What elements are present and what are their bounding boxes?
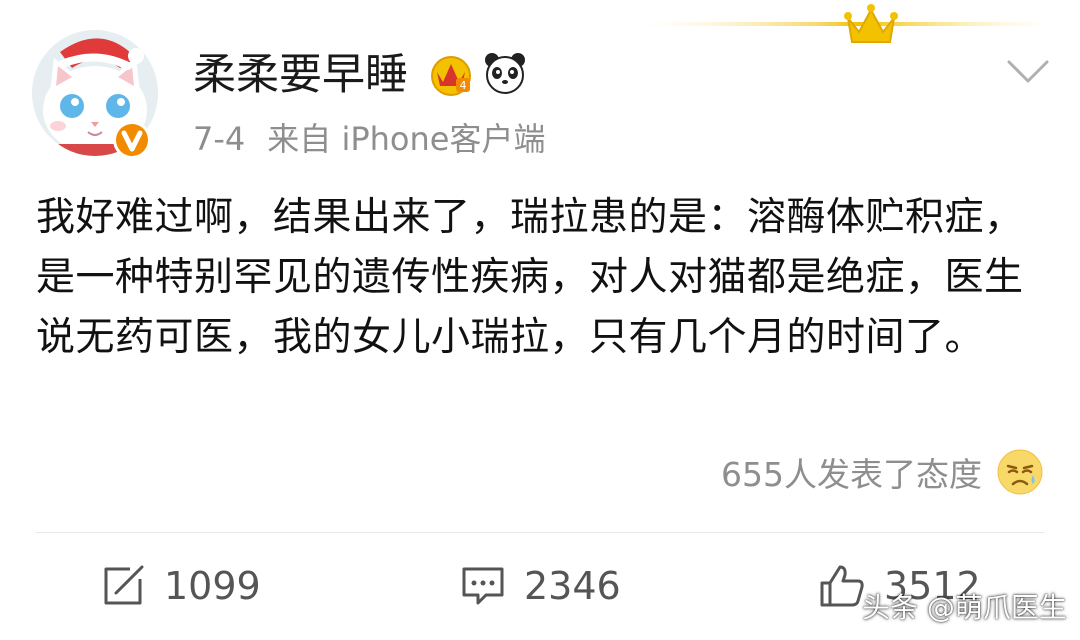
repost-button[interactable]: 1099 [100,560,261,612]
post-source[interactable]: 来自 iPhone客户端 [267,120,545,158]
repost-icon [104,565,144,605]
post-meta: 7-4 来自 iPhone客户端 [193,118,567,160]
verified-v-badge-icon [113,121,151,159]
thumbs-up-icon [820,565,864,607]
divider [36,532,1044,533]
crown-icon [844,4,898,43]
sad-face-icon [997,449,1043,495]
weibo-post-card: 柔柔要早睡 4 7-4 来自 iPhone客户端 我好难过啊，结果出来了，瑞拉患的… [0,0,1080,640]
repost-count: 1099 [164,564,261,608]
comment-button[interactable]: 2346 [460,560,621,612]
comment-count: 2346 [524,564,621,608]
post-date: 7-4 [193,120,246,158]
reactions-count-text: 655人发表了态度 [721,455,982,494]
panda-badge-icon [485,53,525,94]
reactions-summary[interactable]: 655人发表了态度 [721,448,1044,496]
vip-crown-badge-icon: 4 [431,56,471,96]
chevron-down-icon[interactable] [1006,58,1050,86]
post-body-text: 我好难过啊，结果出来了，瑞拉患的是：溶酶体贮积症，是一种特别罕见的遗传性疾病，对… [36,195,1024,360]
gold-ribbon-decoration [640,22,1040,26]
comment-icon [462,567,504,605]
watermark: 头条 @萌爪医生 [862,591,1067,624]
svg-text:4: 4 [460,79,467,92]
username[interactable]: 柔柔要早睡 [193,48,408,102]
